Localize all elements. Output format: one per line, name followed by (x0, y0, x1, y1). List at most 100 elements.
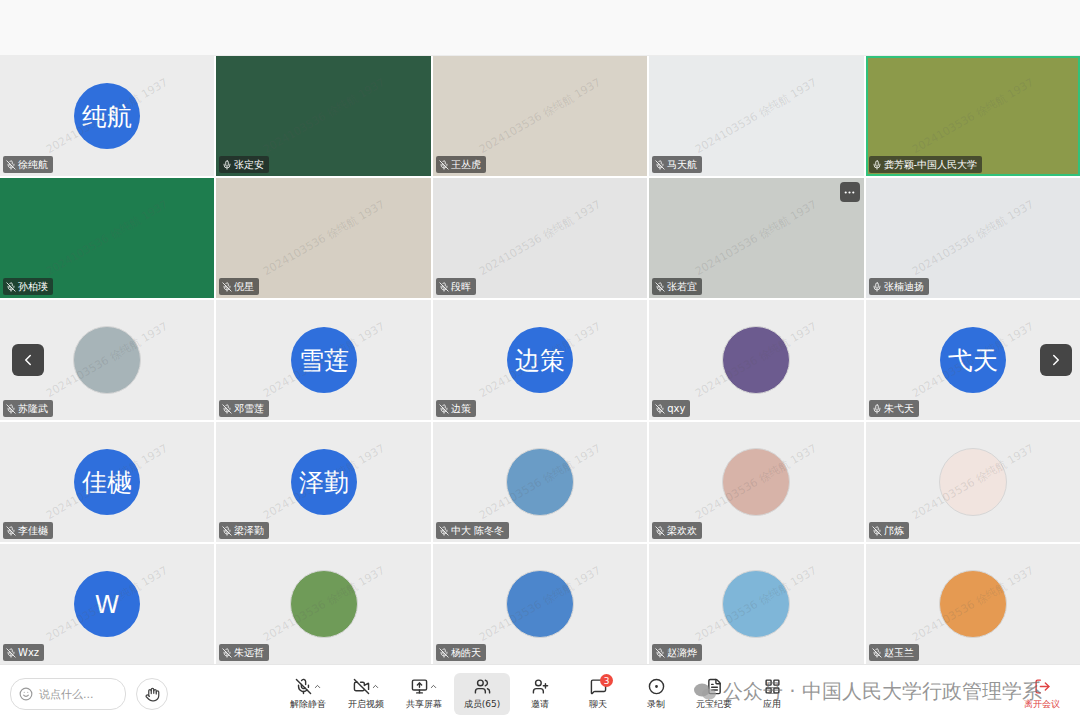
participant-tile[interactable]: 2024103536 徐纯航 1937qxy (649, 300, 863, 420)
participant-tile[interactable]: 泽勤2024103536 徐纯航 1937梁泽勤 (216, 422, 430, 542)
toolbar-button[interactable]: 录制 (628, 673, 684, 715)
toolbar-button[interactable]: 元宝纪要 (686, 673, 742, 715)
mic-off-icon (872, 648, 882, 658)
mute-icon (295, 678, 312, 695)
participant-tile[interactable]: 2024103536 徐纯航 1937龚芳颖-中国人民大学 (866, 56, 1080, 176)
toolbar-button[interactable]: 邀请 (512, 673, 568, 715)
mic-off-icon (655, 526, 665, 536)
chevron-left-icon (19, 351, 37, 369)
name-tag: 倪星 (219, 278, 259, 295)
participant-photo (290, 570, 358, 638)
participant-avatar: 泽勤 (291, 449, 357, 515)
mic-icon (872, 404, 882, 414)
prev-page-button[interactable] (12, 344, 44, 376)
participant-photo (506, 448, 574, 516)
leave-button[interactable]: 离开会议 (1014, 673, 1070, 715)
watermark: 2024103536 徐纯航 1937 (909, 75, 1036, 157)
mic-off-icon (6, 282, 16, 292)
top-bar (0, 0, 1080, 56)
mic-off-icon (222, 648, 232, 658)
participant-tile[interactable]: 2024103536 徐纯航 1937赵潞烨 (649, 544, 863, 664)
mic-off-icon (6, 526, 16, 536)
chat-input[interactable]: 说点什么... (10, 678, 126, 710)
participant-photo (939, 570, 1007, 638)
name-tag: 朱远哲 (219, 644, 269, 661)
name-tag: 朱弋天 (869, 400, 919, 417)
mic-off-icon (222, 404, 232, 414)
participant-grid: 纯航2024103536 徐纯航 1937徐纯航2024103536 徐纯航 1… (0, 56, 1080, 664)
mic-icon (222, 160, 232, 170)
participant-tile[interactable]: 佳樾2024103536 徐纯航 1937李佳樾 (0, 422, 214, 542)
participant-photo (722, 326, 790, 394)
participant-tile[interactable]: 2024103536 徐纯航 1937张定安 (216, 56, 430, 176)
toolbar-button[interactable]: 开启视频 (338, 673, 394, 715)
participant-tile[interactable]: 2024103536 徐纯航 1937赵玉兰 (866, 544, 1080, 664)
raise-hand-button[interactable] (136, 678, 168, 710)
mic-off-icon (6, 160, 16, 170)
participant-avatar: 纯航 (74, 83, 140, 149)
participant-tile[interactable]: 边策2024103536 徐纯航 1937边策 (433, 300, 647, 420)
mic-off-icon (655, 160, 665, 170)
participant-tile[interactable]: 2024103536 徐纯航 1937张楠迪扬 (866, 178, 1080, 298)
next-page-button[interactable] (1040, 344, 1072, 376)
mic-off-icon (439, 648, 449, 658)
name-tag: qxy (652, 400, 690, 417)
name-tag: 段晖 (436, 278, 476, 295)
mic-off-icon (655, 648, 665, 658)
mic-off-icon (439, 404, 449, 414)
participant-tile[interactable]: 2024103536 徐纯航 1937段晖 (433, 178, 647, 298)
participant-photo (939, 448, 1007, 516)
more-button[interactable] (840, 182, 860, 202)
video-icon (353, 678, 370, 695)
toolbar-button[interactable]: 3聊天 (570, 673, 626, 715)
participant-tile[interactable]: 2024103536 徐纯航 1937马天航 (649, 56, 863, 176)
wechat-icon (693, 682, 717, 702)
record-icon (648, 678, 665, 695)
caret-up-icon (429, 682, 438, 691)
name-tag: 王丛虎 (436, 156, 486, 173)
participant-tile[interactable]: 纯航2024103536 徐纯航 1937徐纯航 (0, 56, 214, 176)
participant-avatar: 佳樾 (74, 449, 140, 515)
participant-tile[interactable]: 2024103536 徐纯航 1937杨皓天 (433, 544, 647, 664)
name-tag: 徐纯航 (3, 156, 53, 173)
chat-badge: 3 (600, 674, 613, 687)
participant-tile[interactable]: 2024103536 徐纯航 1937王丛虎 (433, 56, 647, 176)
invite-icon (532, 678, 549, 695)
watermark: 2024103536 徐纯航 1937 (260, 197, 387, 279)
participant-tile[interactable]: 2024103536 徐纯航 1937邝炼 (866, 422, 1080, 542)
apps-icon (764, 678, 781, 695)
mic-off-icon (6, 648, 16, 658)
participant-tile[interactable]: 2024103536 徐纯航 1937中大 陈冬冬 (433, 422, 647, 542)
name-tag: 杨皓天 (436, 644, 486, 661)
video-area: 纯航2024103536 徐纯航 1937徐纯航2024103536 徐纯航 1… (0, 56, 1080, 664)
name-tag: 龚芳颖-中国人民大学 (869, 156, 983, 173)
mic-off-icon (439, 526, 449, 536)
participant-tile[interactable]: 2024103536 徐纯航 1937孙柏瑛 (0, 178, 214, 298)
participant-tile[interactable]: 2024103536 徐纯航 1937朱远哲 (216, 544, 430, 664)
watermark: 2024103536 徐纯航 1937 (693, 197, 820, 279)
participant-avatar: 雪莲 (291, 327, 357, 393)
toolbar: 说点什么... 解除静音开启视频共享屏幕成员(65)邀请3聊天录制元宝纪要应用 离开… (0, 664, 1080, 723)
participant-tile[interactable]: 雪莲2024103536 徐纯航 1937邓雪莲 (216, 300, 430, 420)
participant-tile[interactable]: W2024103536 徐纯航 1937Wxz (0, 544, 214, 664)
toolbar-button[interactable]: 成员(65) (454, 673, 510, 715)
name-tag: 梁欢欢 (652, 522, 702, 539)
name-tag: 马天航 (652, 156, 702, 173)
name-tag: 张楠迪扬 (869, 278, 929, 295)
mic-off-icon (655, 282, 665, 292)
hand-icon (145, 687, 160, 702)
watermark: 2024103536 徐纯航 1937 (693, 75, 820, 157)
toolbar-button[interactable]: 应用 (744, 673, 800, 715)
mic-off-icon (222, 282, 232, 292)
participant-tile[interactable]: 2024103536 徐纯航 1937张若宜 (649, 178, 863, 298)
toolbar-button[interactable]: 解除静音 (280, 673, 336, 715)
participant-photo (73, 326, 141, 394)
caret-up-icon (313, 682, 322, 691)
participant-photo (722, 448, 790, 516)
participant-tile[interactable]: 2024103536 徐纯航 1937倪星 (216, 178, 430, 298)
mic-icon (872, 160, 882, 170)
summary-icon (706, 678, 723, 695)
name-tag: 边策 (436, 400, 476, 417)
participant-tile[interactable]: 2024103536 徐纯航 1937梁欢欢 (649, 422, 863, 542)
toolbar-button[interactable]: 共享屏幕 (396, 673, 452, 715)
